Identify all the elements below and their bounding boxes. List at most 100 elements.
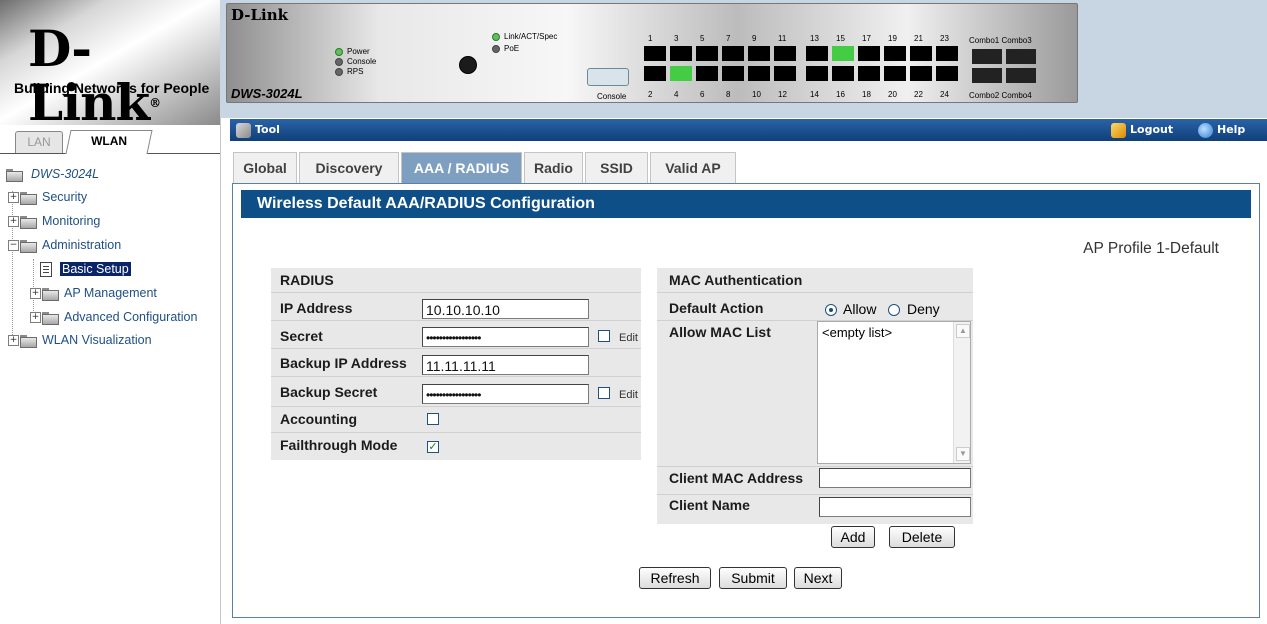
backup-secret-input[interactable]: ••••••••••••••••• [422, 384, 589, 404]
port-icon[interactable] [806, 66, 828, 81]
tree-item-wlan-visualization[interactable]: + WLAN Visualization [8, 331, 152, 349]
next-button[interactable]: Next [794, 567, 842, 589]
tree-item-monitoring[interactable]: + Monitoring [8, 212, 100, 230]
dlink-logo: D-Link® Building Networks for People [0, 0, 220, 125]
port-number-label: 10 [752, 90, 761, 99]
backup-secret-label: Backup Secret [280, 384, 378, 400]
device-faceplate: D-Link DWS-3024L Power Console RPS Link/… [226, 3, 1078, 103]
expand-plus-icon[interactable]: + [8, 335, 19, 347]
collapse-minus-icon[interactable]: − [8, 240, 19, 252]
tab-valid-ap[interactable]: Valid AP [650, 152, 736, 183]
port-icon[interactable] [722, 66, 744, 81]
tab-lan[interactable]: LAN [15, 131, 63, 153]
port-icon[interactable] [910, 46, 932, 61]
ip-address-input[interactable]: 10.10.10.10 [422, 299, 589, 319]
tab-aaa-radius[interactable]: AAA / RADIUS [401, 152, 522, 183]
tree-item-label: AP Management [64, 286, 157, 300]
client-name-label: Client Name [669, 497, 750, 513]
console-port-icon [587, 68, 629, 86]
sfp-port-icon[interactable] [972, 68, 1002, 83]
port-icon[interactable] [696, 46, 718, 61]
combo-top-label: Combo1 Combo3 [969, 36, 1032, 45]
logo-text: D-Link [28, 19, 150, 126]
allow-radio[interactable] [825, 304, 837, 316]
add-button[interactable]: Add [831, 526, 875, 548]
port-icon[interactable] [832, 66, 854, 81]
sfp-port-icon[interactable] [1006, 68, 1036, 83]
port-number-label: 3 [674, 34, 679, 43]
accounting-checkbox[interactable] [427, 413, 439, 425]
client-name-input[interactable] [819, 497, 971, 517]
client-mac-input[interactable] [819, 468, 971, 488]
port-icon[interactable] [884, 66, 906, 81]
help-button[interactable]: Help [1198, 121, 1245, 139]
port-icon[interactable] [936, 46, 958, 61]
port-number-label: 13 [810, 34, 819, 43]
port-number-label: 24 [940, 90, 949, 99]
tree-item-administration[interactable]: − Administration [8, 236, 121, 254]
port-number-label: 4 [674, 90, 679, 99]
port-active-icon[interactable] [832, 46, 854, 61]
sfp-port-icon[interactable] [972, 49, 1002, 64]
allow-mac-listbox[interactable]: <empty list> ▲ ▼ [817, 321, 971, 464]
port-icon[interactable] [858, 66, 880, 81]
led-label: PoE [504, 44, 520, 53]
port-icon[interactable] [884, 46, 906, 61]
radius-header: RADIUS [280, 272, 334, 288]
secret-input[interactable]: ••••••••••••••••• [422, 327, 589, 347]
failthrough-checkbox[interactable]: ✓ [427, 441, 439, 453]
tab-radio[interactable]: Radio [524, 152, 583, 183]
submit-button[interactable]: Submit [719, 567, 787, 589]
refresh-button[interactable]: Refresh [639, 567, 711, 589]
tab-ssid[interactable]: SSID [585, 152, 648, 183]
expand-plus-icon[interactable]: + [30, 288, 41, 300]
tree-item-basic-setup[interactable]: Basic Setup [40, 260, 131, 278]
port-icon[interactable] [910, 66, 932, 81]
port-icon[interactable] [644, 46, 666, 61]
sfp-port-icon[interactable] [1006, 49, 1036, 64]
port-icon[interactable] [722, 46, 744, 61]
registered-mark: ® [149, 96, 161, 110]
port-icon[interactable] [936, 66, 958, 81]
expand-plus-icon[interactable]: + [8, 216, 19, 228]
port-icon[interactable] [696, 66, 718, 81]
port-active-icon[interactable] [670, 66, 692, 81]
tree-item-security[interactable]: + Security [8, 188, 87, 206]
port-icon[interactable] [858, 46, 880, 61]
tab-discovery[interactable]: Discovery [299, 152, 399, 183]
tree-root[interactable]: DWS-3024L [6, 165, 99, 183]
port-icon[interactable] [748, 46, 770, 61]
led-console: Console [335, 57, 376, 66]
port-number-label: 11 [778, 34, 787, 43]
config-panel: Wireless Default AAA/RADIUS Configuratio… [232, 183, 1260, 618]
delete-button[interactable]: Delete [889, 526, 955, 548]
secret-edit-checkbox[interactable] [598, 330, 610, 342]
port-icon[interactable] [806, 46, 828, 61]
accounting-label: Accounting [280, 411, 357, 427]
port-icon[interactable] [774, 46, 796, 61]
port-icon[interactable] [774, 66, 796, 81]
tab-global[interactable]: Global [233, 152, 297, 183]
port-icon[interactable] [748, 66, 770, 81]
deny-radio[interactable] [888, 304, 900, 316]
backup-secret-edit-checkbox[interactable] [598, 387, 610, 399]
scroll-up-icon[interactable]: ▲ [956, 324, 970, 338]
tree-item-ap-management[interactable]: + AP Management [30, 284, 157, 302]
expand-plus-icon[interactable]: + [8, 192, 19, 204]
led-dot-icon [335, 47, 343, 56]
port-number-label: 19 [888, 34, 897, 43]
list-scrollbar[interactable]: ▲ ▼ [953, 322, 970, 463]
tool-button[interactable]: Tool [236, 121, 280, 139]
port-icon[interactable] [644, 66, 666, 81]
expand-plus-icon[interactable]: + [30, 312, 41, 324]
tree-item-advanced-configuration[interactable]: + Advanced Configuration [30, 308, 197, 326]
default-action-label: Default Action [669, 300, 764, 316]
logout-button[interactable]: Logout [1111, 121, 1173, 139]
tree-root-label: DWS-3024L [31, 167, 100, 181]
tab-wlan[interactable]: WLAN [65, 130, 153, 154]
help-icon [1198, 122, 1213, 138]
backup-ip-input[interactable]: 11.11.11.11 [422, 355, 589, 375]
document-icon [40, 262, 52, 278]
port-icon[interactable] [670, 46, 692, 61]
scroll-down-icon[interactable]: ▼ [956, 447, 970, 461]
